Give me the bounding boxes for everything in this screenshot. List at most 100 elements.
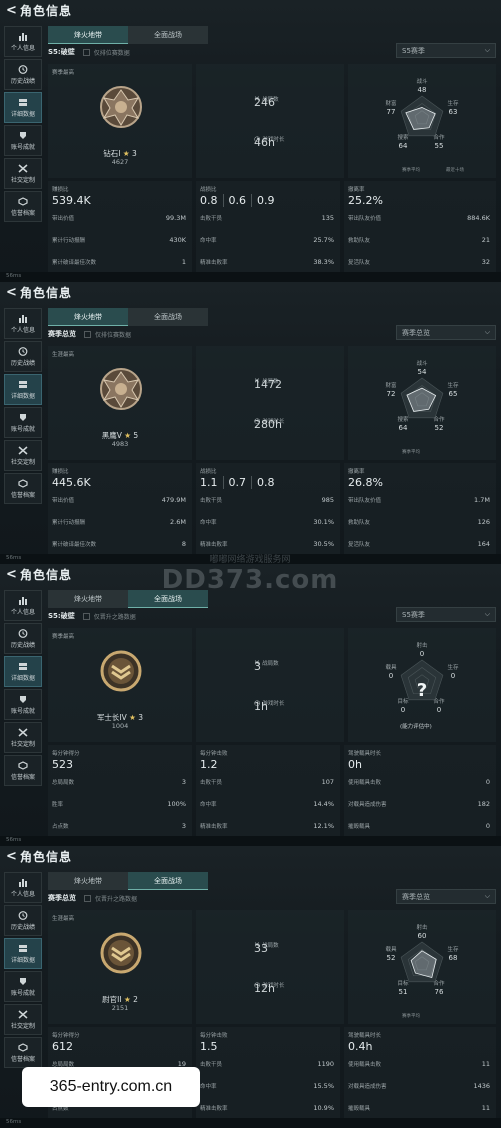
sidebar-item[interactable]: 信誉档案: [4, 1037, 42, 1068]
stat-row: 累计破译最佳次数 1: [52, 258, 186, 268]
sidebar-item[interactable]: 账号成就: [4, 407, 42, 438]
radar-axis-name: 财富: [385, 383, 397, 389]
sidebar-item[interactable]: 详细数据: [4, 92, 42, 123]
customize-icon: [18, 163, 28, 173]
rank-stars: 5: [133, 431, 139, 440]
sidebar-item[interactable]: 历史战绩: [4, 905, 42, 936]
match-count-label: 战局数: [262, 661, 279, 667]
sidebar: 个人信息 历史战绩 详细数据 账号成就 社交定制 信誉档案: [4, 308, 42, 506]
back-arrow-icon[interactable]: <: [6, 285, 20, 300]
rank-stars: 2: [133, 995, 138, 1004]
sidebar-item[interactable]: 社交定制: [4, 722, 42, 753]
tab-extraction[interactable]: 烽火地带: [48, 26, 128, 44]
sidebar-item[interactable]: 账号成就: [4, 125, 42, 156]
sidebar-item[interactable]: 个人信息: [4, 308, 42, 339]
chevron-down-icon: ⌵: [484, 892, 490, 900]
sidebar-item[interactable]: 社交定制: [4, 158, 42, 189]
stat-label: 精准击败率: [200, 1106, 228, 1112]
ability-radar-card: 射击 0 生存 0 载具 0 目标 0 合作 0? (能力评估中): [348, 628, 496, 742]
radar-axis-value: 64: [398, 424, 408, 432]
sidebar-item[interactable]: 账号成就: [4, 971, 42, 1002]
stat-label: 击败干员: [200, 498, 223, 504]
season-select[interactable]: 赛季总览 ⌵: [396, 889, 496, 904]
tab-warfare[interactable]: 全面战场: [128, 590, 208, 608]
sidebar-item[interactable]: 个人信息: [4, 590, 42, 621]
column-main-value: 1.2: [200, 758, 218, 771]
radar-axis-left: 载具 52: [376, 946, 406, 962]
stat-label: 占点数: [52, 824, 69, 830]
sidebar-item[interactable]: 信誉档案: [4, 473, 42, 504]
column-main-value: 26.8%: [348, 476, 383, 489]
filter-checkbox[interactable]: [82, 612, 90, 620]
sidebar-item[interactable]: 详细数据: [4, 938, 42, 969]
stat-label: 精准击败率: [200, 824, 228, 830]
sidebar-item[interactable]: 信誉档案: [4, 191, 42, 222]
sidebar-item[interactable]: 历史战绩: [4, 59, 42, 90]
sidebar-item[interactable]: 详细数据: [4, 656, 42, 687]
stat-row: 对载具造成伤害 182: [348, 800, 490, 810]
tab-extraction[interactable]: 烽火地带: [48, 872, 128, 890]
tab-warfare[interactable]: 全面战场: [128, 26, 208, 44]
radar-axis-left: 财富 77: [376, 100, 406, 116]
tab-warfare[interactable]: 全面战场: [128, 308, 208, 326]
stat-value: 182: [477, 800, 490, 808]
radar-axis-left: 载具 0: [376, 664, 406, 680]
tab-warfare[interactable]: 全面战场: [128, 872, 208, 890]
detail-data-icon: [19, 662, 27, 670]
sidebar-item[interactable]: 社交定制: [4, 1004, 42, 1035]
column-header: 战损比: [200, 469, 217, 475]
mode-tabs: 烽火地带 全面战场: [48, 308, 208, 326]
stat-label: 命中率: [200, 238, 217, 244]
sidebar: 个人信息 历史战绩 详细数据 账号成就 社交定制 信誉档案: [4, 26, 42, 224]
season-select[interactable]: S5赛季 ⌵: [396, 43, 496, 58]
stat-row: 复活队友 164: [348, 540, 490, 550]
back-arrow-icon[interactable]: <: [6, 3, 20, 18]
network-signal: 56ms: [6, 273, 22, 279]
back-arrow-icon[interactable]: <: [6, 849, 20, 864]
stat-label: 带出队友价值: [348, 216, 382, 222]
sidebar-item[interactable]: 账号成就: [4, 689, 42, 720]
sidebar-item-label: 社交定制: [10, 1022, 35, 1030]
tab-extraction[interactable]: 烽火地带: [48, 590, 128, 608]
kd-value: 0.6: [224, 194, 252, 207]
history-icon: [18, 910, 28, 920]
filter-checkbox[interactable]: [84, 894, 91, 902]
detail-stats-grid: 每分钟得分 523 总局局数 3 胜率 100% 占点数 3 每分钟击败 1.2 击败干员 107 命中…: [48, 745, 496, 837]
stat-value: 99.3M: [165, 214, 186, 222]
sidebar-item[interactable]: 信誉档案: [4, 755, 42, 786]
column-header: 撤离率: [348, 469, 365, 475]
sidebar-item[interactable]: 社交定制: [4, 440, 42, 471]
radar-axis-bl: 目标 51: [388, 980, 418, 996]
season-select[interactable]: 赛季总览 ⌵: [396, 325, 496, 340]
stat-value: 3: [181, 778, 186, 786]
season-select[interactable]: S5赛季 ⌵: [396, 607, 496, 622]
radar-axis-name: 搜索: [397, 417, 409, 423]
filter-checkbox[interactable]: [84, 330, 91, 338]
role-info-panel: < 角色信息 个人信息 历史战绩 详细数据 账号成就 社交定制 信誉档案 烽火地带 全面战场 S5:…: [0, 564, 501, 846]
back-arrow-icon[interactable]: <: [6, 567, 20, 582]
sidebar-item-label: 历史战绩: [10, 641, 35, 649]
tab-extraction[interactable]: 烽火地带: [48, 308, 128, 326]
sidebar-item[interactable]: 个人信息: [4, 26, 42, 57]
detail-stats-grid: 赚损比 539.4K 带出价值 99.3M 累计行动报酬 430K 累计破译最佳次数 1 战损比…: [48, 181, 496, 273]
rank-points: 4983: [111, 440, 129, 448]
sidebar-item[interactable]: 历史战绩: [4, 341, 42, 372]
radar-axis-value: 0: [450, 672, 456, 680]
stat-value: 135: [321, 214, 334, 222]
stat-row: 击败干员 107: [200, 778, 334, 788]
sidebar-item[interactable]: 历史战绩: [4, 623, 42, 654]
radar-axis-value: 52: [386, 954, 396, 962]
filter-checkbox[interactable]: [82, 48, 90, 56]
radar-axis-value: 0: [436, 706, 442, 714]
stat-row: 救助队友 21: [348, 236, 490, 246]
top-bar: < 角色信息: [0, 282, 501, 302]
stat-label: 救助队友: [348, 520, 371, 526]
stat-row: 击败干员 985: [200, 496, 334, 506]
ability-evaluating-note: (能力评估中): [400, 724, 432, 730]
top-bar: < 角色信息: [0, 846, 501, 866]
history-icon: [18, 346, 28, 356]
sidebar-item[interactable]: 详细数据: [4, 374, 42, 405]
sidebar-item[interactable]: 个人信息: [4, 872, 42, 903]
radar-axis-name: 载具: [385, 665, 397, 671]
column-main-value: 539.4K: [52, 194, 91, 207]
